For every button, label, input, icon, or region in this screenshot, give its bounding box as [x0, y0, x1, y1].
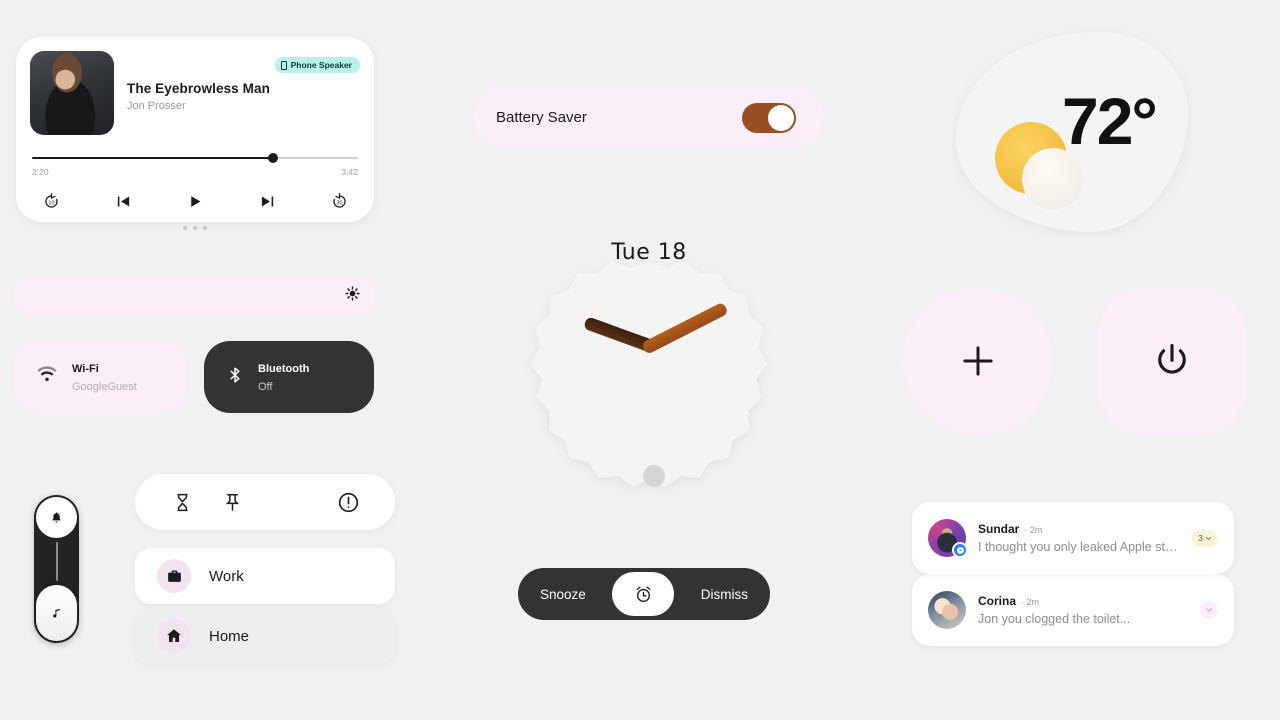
- notification-message: Jon you clogged the toilet...: [978, 612, 1131, 626]
- notification-sender: Corina: [978, 594, 1017, 608]
- work-card[interactable]: Work: [135, 548, 395, 604]
- battery-saver-card[interactable]: Battery Saver: [474, 88, 824, 147]
- forward-30-button[interactable]: 30: [326, 188, 352, 214]
- wifi-tile[interactable]: Wi-Fi GoogleGuest: [14, 341, 186, 413]
- snooze-button[interactable]: Snooze: [540, 587, 586, 602]
- page-dot: [193, 226, 197, 230]
- plus-icon: [963, 346, 993, 376]
- wifi-tile-label: Wi-Fi: [72, 363, 99, 375]
- alert-circle-icon[interactable]: [333, 487, 363, 517]
- notification-body: Corina · 2m Jon you clogged the toilet..…: [978, 594, 1188, 626]
- wifi-icon: [36, 364, 58, 391]
- notification-time: · 2m: [1021, 597, 1040, 607]
- notification-body: Sundar · 2m I thought you only leaked Ap…: [978, 522, 1180, 554]
- analog-clock-widget[interactable]: Tue 18: [512, 240, 786, 623]
- music-note-icon: [53, 608, 60, 618]
- track-title: The Eyebrowless Man: [127, 81, 270, 96]
- alarm-clock-icon[interactable]: [612, 572, 675, 616]
- volume-thumb[interactable]: [36, 585, 77, 641]
- progress-knob[interactable]: [267, 153, 278, 163]
- home-card-label: Home: [209, 627, 250, 645]
- phone-icon: [280, 60, 287, 70]
- notification-header: Corina · 2m: [978, 594, 1188, 608]
- media-progress-slider[interactable]: [30, 153, 360, 163]
- avatar: [928, 591, 966, 629]
- avatar: [928, 519, 968, 558]
- clock-center-dot: [643, 465, 665, 487]
- volume-slider[interactable]: [34, 495, 79, 643]
- count-value: 3: [1198, 533, 1203, 543]
- bell-icon[interactable]: [36, 497, 77, 538]
- wifi-tile-text: Wi-Fi GoogleGuest: [72, 359, 137, 395]
- notification-sender: Sundar: [978, 522, 1020, 536]
- power-button[interactable]: [1098, 288, 1246, 434]
- pin-icon[interactable]: [217, 487, 247, 517]
- play-button[interactable]: [182, 188, 208, 214]
- alarm-action-bar: Snooze Dismiss: [518, 568, 770, 620]
- temperature-label: 72°: [1062, 84, 1158, 158]
- album-art: [30, 51, 114, 135]
- bluetooth-tile-label: Bluetooth: [258, 363, 310, 375]
- chevron-down-icon: [1206, 608, 1212, 612]
- brightness-slider[interactable]: [14, 277, 374, 315]
- utility-icon-row: [135, 474, 395, 530]
- briefcase-icon: [157, 559, 191, 593]
- elapsed-time: 2:20: [32, 167, 49, 177]
- notification-count-badge[interactable]: 3: [1192, 529, 1218, 547]
- page-dot: [203, 226, 207, 230]
- page-dot: [183, 226, 187, 230]
- media-page-dots[interactable]: [30, 226, 360, 230]
- media-metadata: The Eyebrowless Man Jon Prosser: [127, 81, 270, 135]
- home-icon: [157, 619, 191, 653]
- svg-text:30: 30: [336, 200, 342, 206]
- previous-track-button[interactable]: [110, 188, 136, 214]
- volume-track-line: [55, 542, 58, 581]
- messenger-icon: [952, 542, 968, 558]
- weather-widget[interactable]: 72°: [952, 28, 1192, 236]
- media-time-row: 2:20 3:42: [30, 167, 360, 177]
- work-card-label: Work: [209, 567, 244, 585]
- replay-10-button[interactable]: 10: [38, 188, 64, 214]
- toggle-knob: [768, 104, 794, 131]
- media-player-card[interactable]: The Eyebrowless Man Jon Prosser Phone Sp…: [16, 37, 374, 230]
- output-device-chip[interactable]: Phone Speaker: [274, 57, 360, 73]
- track-artist: Jon Prosser: [127, 100, 186, 112]
- bluetooth-tile[interactable]: Bluetooth Off: [204, 341, 374, 413]
- clock-face-shape: [531, 261, 767, 487]
- notification-sundar[interactable]: Sundar · 2m I thought you only leaked Ap…: [912, 502, 1234, 574]
- wallpaper-canvas: The Eyebrowless Man Jon Prosser Phone Sp…: [0, 0, 1280, 720]
- svg-text:10: 10: [48, 200, 54, 206]
- dismiss-button[interactable]: Dismiss: [701, 587, 748, 602]
- notification-time: · 2m: [1024, 525, 1043, 535]
- notification-message: I thought you only leaked Apple stuff...: [978, 540, 1180, 554]
- progress-fill: [32, 157, 270, 159]
- brightness-icon: [345, 286, 360, 306]
- total-time: 3:42: [341, 167, 358, 177]
- clock-date-label: Tue 18: [611, 240, 687, 265]
- next-track-button[interactable]: [254, 188, 280, 214]
- media-player-header: The Eyebrowless Man Jon Prosser Phone Sp…: [30, 51, 360, 135]
- add-button[interactable]: [903, 288, 1053, 434]
- notification-expand-button[interactable]: [1200, 601, 1218, 619]
- battery-saver-toggle[interactable]: [742, 102, 796, 133]
- power-icon: [1158, 344, 1186, 374]
- bluetooth-tile-sub: Off: [258, 381, 273, 393]
- notification-header: Sundar · 2m: [978, 522, 1180, 536]
- wifi-tile-sub: GoogleGuest: [72, 381, 137, 393]
- home-card[interactable]: Home: [135, 608, 395, 664]
- media-controls: 10 30: [30, 188, 360, 214]
- battery-saver-label: Battery Saver: [496, 109, 587, 126]
- output-device-label: Phone Speaker: [290, 60, 352, 70]
- hourglass-icon[interactable]: [167, 487, 197, 517]
- bluetooth-icon: [226, 366, 244, 389]
- bluetooth-tile-text: Bluetooth Off: [258, 359, 309, 395]
- chevron-down-icon: [1205, 536, 1211, 540]
- notification-corina[interactable]: Corina · 2m Jon you clogged the toilet..…: [912, 574, 1234, 646]
